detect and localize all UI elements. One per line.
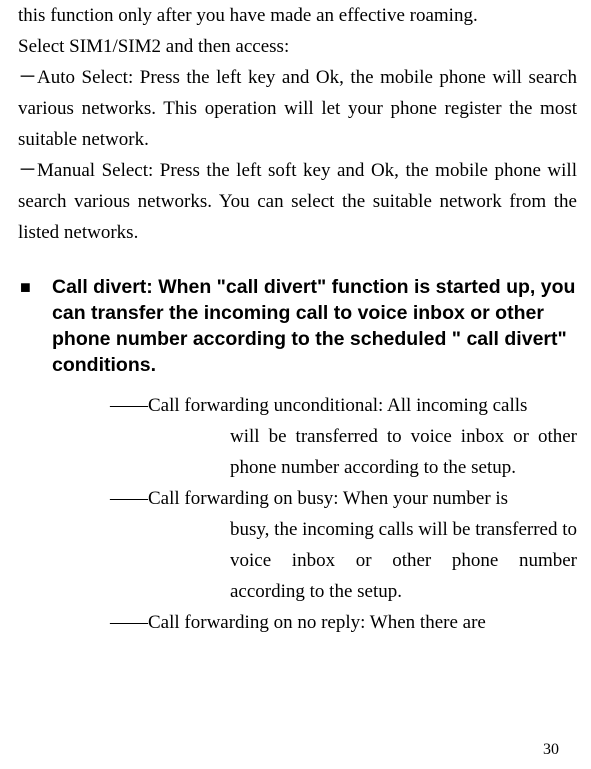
item-no-reply: ――Call forwarding on no reply: When ther… [110, 607, 577, 638]
item-busy: ――Call forwarding on busy: When your num… [110, 483, 577, 607]
heading-text: Call divert: When "call divert" function… [52, 274, 577, 378]
section-heading: ■ Call divert: When "call divert" functi… [18, 274, 577, 378]
page-number: 30 [543, 741, 559, 759]
intro-line-1: this function only after you have made a… [18, 0, 577, 31]
intro-manual-select: －Manual Select: Press the left soft key … [18, 155, 577, 248]
item-unconditional: ――Call forwarding unconditional: All inc… [110, 390, 577, 483]
page: this function only after you have made a… [18, 0, 577, 769]
bullet-icon: ■ [18, 274, 52, 378]
intro-auto-select: －Auto Select: Press the left key and Ok,… [18, 62, 577, 155]
intro-line-2: Select SIM1/SIM2 and then access: [18, 31, 577, 62]
item-busy-cont: busy, the incoming calls will be transfe… [230, 514, 577, 607]
item-unconditional-cont: will be transferred to voice inbox or ot… [230, 421, 577, 483]
item-busy-first: ――Call forwarding on busy: When your num… [110, 488, 508, 509]
item-unconditional-first: ――Call forwarding unconditional: All inc… [110, 395, 527, 416]
item-no-reply-first: ――Call forwarding on no reply: When ther… [110, 612, 486, 633]
